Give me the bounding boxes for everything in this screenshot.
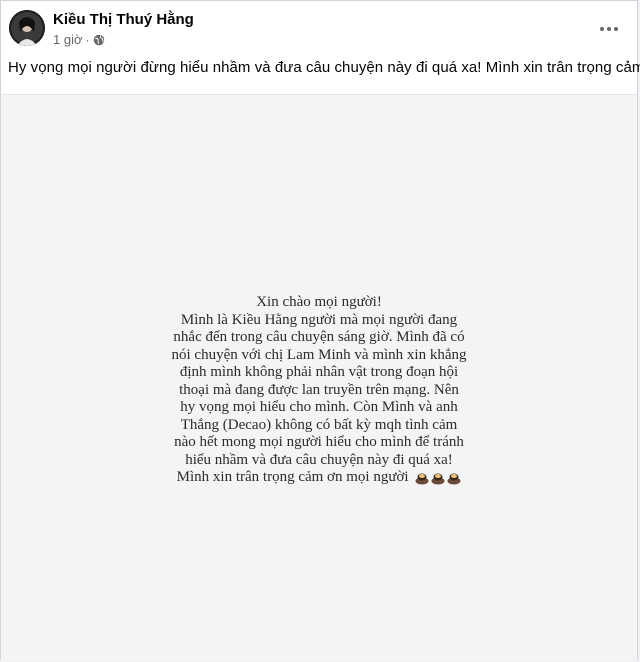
bowing-person-icon — [447, 473, 461, 485]
bowing-person-icon — [431, 473, 445, 485]
image-text-line: Thắng (Decao) không có bất kỳ mqh tình c… — [180, 416, 458, 433]
post-image[interactable]: Xin chào mọi người! Mình là Kiều Hằng ng… — [1, 94, 637, 661]
image-text-line: Mình xin trân trọng cảm ơn mọi người — [176, 469, 409, 485]
post-meta: 1 giờ · — [53, 32, 105, 47]
post-header: Kiều Thị Thuý Hằng 1 giờ · — [1, 1, 637, 53]
image-text-line: thoại mà đang được lan truyền trên mạng.… — [179, 381, 459, 398]
image-text-line: định mình không phải nhân vật trong đoạn… — [179, 364, 459, 380]
globe-icon[interactable] — [93, 34, 105, 46]
meta-separator: · — [85, 32, 90, 47]
image-text-line: nào hết mong mọi người hiểu cho mình để … — [174, 434, 464, 450]
author-name[interactable]: Kiều Thị Thuý Hằng — [53, 11, 194, 28]
image-text-line: Xin chào mọi người! — [256, 294, 382, 310]
image-text-line: Mình là Kiều Hằng người mà mọi người đan… — [180, 311, 458, 328]
more-horizontal-icon — [600, 27, 618, 31]
image-text-line: nói chuyện với chị Lam Minh và mình xin … — [171, 346, 467, 363]
image-text-line: hiểu nhầm và đưa câu chuyện này đi quá x… — [185, 451, 453, 468]
post-time[interactable]: 1 giờ — [53, 32, 83, 47]
emoji-row — [415, 471, 461, 485]
image-text: Xin chào mọi người! Mình là Kiều Hằng ng… — [1, 294, 637, 487]
author-avatar[interactable] — [9, 10, 45, 46]
facebook-post: Kiều Thị Thuý Hằng 1 giờ · Hy vọng mọi n… — [0, 0, 640, 661]
image-text-line: hy vọng mọi hiểu cho mình. Còn Mình và a… — [180, 399, 458, 415]
image-text-line-last: Mình xin trân trọng cảm ơn mọi người — [1, 469, 637, 487]
image-text-line: nhắc đến trong câu chuyện sáng giờ. Mình… — [173, 329, 465, 345]
more-options-button[interactable] — [591, 11, 627, 47]
bowing-person-icon — [415, 473, 429, 485]
post-caption: Hy vọng mọi người đừng hiểu nhầm và đưa … — [8, 59, 640, 76]
